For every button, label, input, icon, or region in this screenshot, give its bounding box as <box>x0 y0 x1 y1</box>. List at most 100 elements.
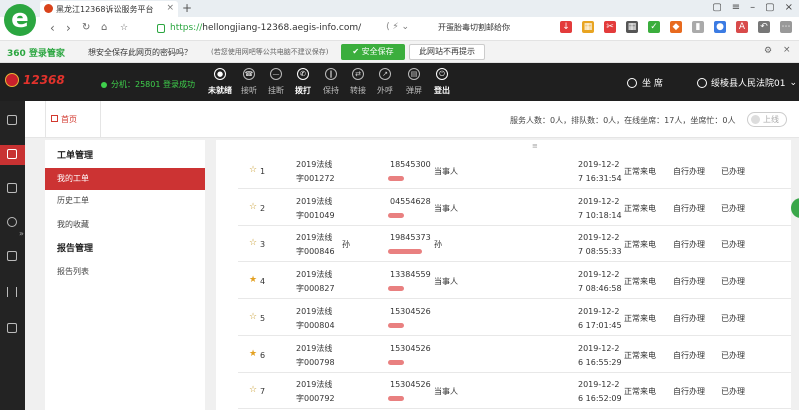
window-close-icon[interactable]: × <box>785 2 793 13</box>
hangup-button[interactable]: — 挂断 <box>263 68 289 98</box>
rail-audio[interactable] <box>0 283 25 303</box>
star-outline-icon[interactable]: ☆ <box>249 165 257 175</box>
call-date-line1: 2019-12-2 <box>578 380 620 390</box>
online-dot-icon <box>101 81 107 88</box>
case-number-line2[interactable]: 字000846 <box>296 245 335 258</box>
url-field[interactable]: https://hellongjiang-12368.aegis-info.co… <box>153 21 381 37</box>
transfer-button[interactable]: ⇄ 转接 <box>345 68 371 98</box>
menu-icon[interactable]: ≡ <box>732 2 740 13</box>
popup-screen-button[interactable]: ▤ 弹屏 <box>401 68 427 98</box>
more-icon[interactable]: ⋯ <box>780 21 792 33</box>
case-number-line1[interactable]: 2019法线 <box>296 195 332 208</box>
rail-workorder[interactable] <box>0 145 25 165</box>
rail-book[interactable] <box>0 179 25 199</box>
outbound-button[interactable]: ↗ 外呼 <box>372 68 398 98</box>
tool-icon[interactable]: ▮ <box>692 21 704 33</box>
sidebar-item-my-workorders[interactable]: 我的工单 <box>45 168 205 190</box>
star-outline-icon[interactable]: ☆ <box>249 312 257 322</box>
grid-icon[interactable]: ▦ <box>626 21 638 33</box>
star-filled-icon[interactable]: ★ <box>249 349 257 359</box>
safe-save-label: 安全保存 <box>361 47 394 56</box>
share-icon[interactable]: ⟨ ⚡ ⌄ <box>386 22 409 32</box>
star-icon[interactable]: ☆ <box>120 23 128 33</box>
party-role: 孙 <box>434 240 442 250</box>
case-number-line2[interactable]: 字001272 <box>296 172 335 185</box>
undo-icon[interactable]: ↶ <box>758 21 770 33</box>
transfer-icon: ⇄ <box>352 68 364 80</box>
home-icon[interactable]: ⌂ <box>101 22 107 33</box>
skin-icon[interactable]: ▢ <box>712 2 721 13</box>
case-number-line2[interactable]: 字000798 <box>296 356 335 369</box>
maximize-icon[interactable]: ▢ <box>765 2 774 13</box>
handling-mode: 自行办理 <box>673 167 705 176</box>
rail-folder[interactable] <box>0 319 25 339</box>
row-divider <box>238 334 791 336</box>
outbound-icon: ↗ <box>379 68 391 80</box>
gear-icon[interactable]: ⚙ <box>764 46 772 56</box>
red-a-icon[interactable]: A <box>736 21 748 33</box>
call-date-line2: 6 17:01:45 <box>578 320 622 330</box>
handling-mode: 自行办理 <box>673 387 705 397</box>
hold-button[interactable]: ‖ 保持 <box>318 68 344 98</box>
tab-home[interactable]: 首页 <box>45 101 101 138</box>
logout-button[interactable]: ⏻ 登出 <box>429 68 455 98</box>
call-date-line2: 7 16:31:54 <box>578 174 622 183</box>
case-number-line1[interactable]: 2019法线 <box>296 305 332 318</box>
not-ready-button[interactable]: ● 未就绪 <box>207 68 233 98</box>
sidebar-item-history[interactable]: 历史工单 <box>45 190 205 212</box>
game-icon[interactable]: ◆ <box>670 21 682 33</box>
case-number-line2[interactable]: 字001049 <box>296 209 335 222</box>
scroll-handle-icon[interactable]: ≡ <box>532 142 538 150</box>
browser-logo[interactable]: e <box>4 4 36 36</box>
case-number-line1[interactable]: 2019法线 <box>296 268 332 281</box>
seat-menu[interactable]: 坐 席 <box>627 76 663 89</box>
case-number-line2[interactable]: 字000804 <box>296 319 335 332</box>
cut-icon[interactable]: ✂ <box>604 21 616 33</box>
star-outline-icon[interactable]: ☆ <box>249 385 257 395</box>
case-number-line1[interactable]: 2019法线 <box>296 378 332 391</box>
handling-mode: 自行办理 <box>673 203 705 213</box>
shield-icon[interactable]: ✓ <box>648 21 660 33</box>
case-number-line2[interactable]: 字000792 <box>296 392 335 405</box>
star-filled-icon[interactable]: ★ <box>249 275 257 285</box>
sidebar-item-report-list[interactable]: 报告列表 <box>45 261 205 283</box>
case-number-line1[interactable]: 2019法线 <box>296 158 332 171</box>
new-tab-icon[interactable]: + <box>182 1 192 15</box>
case-number-line1[interactable]: 2019法线 <box>296 342 332 355</box>
sidebar-item-favorites[interactable]: 我的收藏 <box>45 214 205 236</box>
apps-icon[interactable]: ▦ <box>582 21 594 33</box>
menu-group-report: 报告管理 <box>57 244 94 254</box>
app-logo: 12368 <box>5 73 65 87</box>
call-type: 正常来电 <box>624 387 656 397</box>
refresh-icon[interactable]: ↻ <box>82 22 90 33</box>
hold-icon: ‖ <box>325 68 337 80</box>
browser-tab[interactable]: 黑龙江12368诉讼服务平台 × <box>40 1 178 17</box>
minimize-icon[interactable]: – <box>750 2 755 13</box>
menu-group-workorder: 工单管理 <box>57 151 94 161</box>
browser-tab-title: 黑龙江12368诉讼服务平台 <box>56 5 154 14</box>
back-icon[interactable]: ‹ <box>50 21 55 35</box>
answer-button[interactable]: ☎ 接听 <box>236 68 262 98</box>
tab-close-icon[interactable]: × <box>166 3 174 13</box>
case-number-line1[interactable]: 2019法线 <box>296 231 332 244</box>
never-prompt-button[interactable]: 此网站不再提示 <box>409 44 485 60</box>
user-icon[interactable]: ● <box>714 21 726 33</box>
rail-home[interactable] <box>0 111 25 131</box>
search-hint[interactable]: 开蛋胎毒切割邮给你 <box>438 22 510 33</box>
download-icon[interactable]: ↓ <box>560 21 572 33</box>
party-role: 当事人 <box>434 277 458 287</box>
star-outline-icon[interactable]: ☆ <box>249 202 257 212</box>
star-outline-icon[interactable]: ☆ <box>249 238 257 248</box>
dial-button[interactable]: ✆ 拨打 <box>290 68 316 98</box>
expand-rail-icon[interactable]: » <box>19 229 24 238</box>
rail-monitor[interactable] <box>0 247 25 267</box>
user-icon <box>697 77 707 88</box>
close-bar-icon[interactable]: × <box>783 45 791 55</box>
user-menu[interactable]: 绥棱县人民法院01 ⌄ <box>697 76 797 89</box>
forward-icon[interactable]: › <box>66 21 71 35</box>
safe-save-button[interactable]: ✔ 安全保存 <box>341 44 405 60</box>
handling-status: 已办理 <box>721 240 745 250</box>
party-name: 孙 <box>342 240 350 250</box>
online-toggle[interactable]: 上线 <box>747 112 787 127</box>
case-number-line2[interactable]: 字000827 <box>296 282 335 295</box>
